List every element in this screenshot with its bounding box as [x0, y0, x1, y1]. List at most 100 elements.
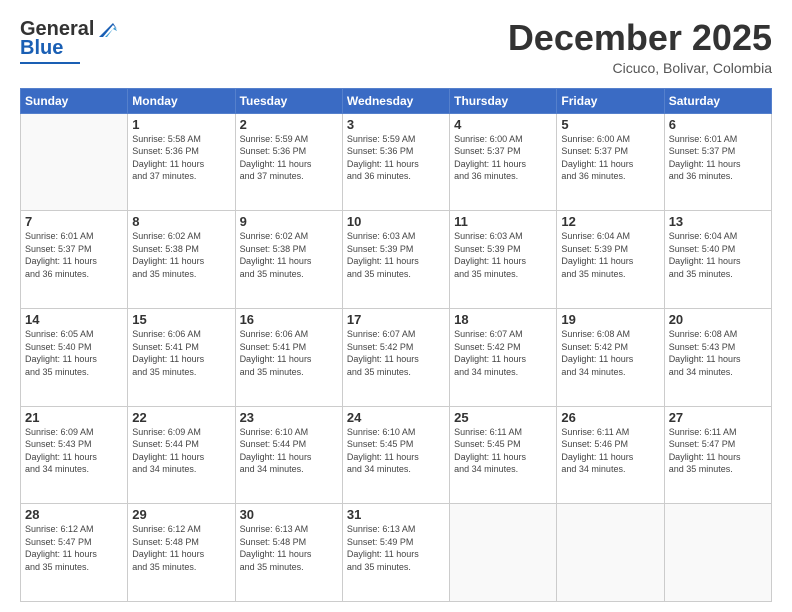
day-number: 16 [240, 312, 338, 327]
day-number: 29 [132, 507, 230, 522]
table-row: 28Sunrise: 6:12 AMSunset: 5:47 PMDayligh… [21, 504, 128, 602]
table-row: 8Sunrise: 6:02 AMSunset: 5:38 PMDaylight… [128, 211, 235, 309]
table-row: 17Sunrise: 6:07 AMSunset: 5:42 PMDayligh… [342, 308, 449, 406]
table-row: 13Sunrise: 6:04 AMSunset: 5:40 PMDayligh… [664, 211, 771, 309]
table-row: 5Sunrise: 6:00 AMSunset: 5:37 PMDaylight… [557, 113, 664, 211]
day-info: Sunrise: 6:12 AMSunset: 5:47 PMDaylight:… [25, 523, 123, 573]
day-number: 1 [132, 117, 230, 132]
day-info: Sunrise: 6:00 AMSunset: 5:37 PMDaylight:… [561, 133, 659, 183]
table-row: 23Sunrise: 6:10 AMSunset: 5:44 PMDayligh… [235, 406, 342, 504]
col-saturday: Saturday [664, 88, 771, 113]
day-info: Sunrise: 6:06 AMSunset: 5:41 PMDaylight:… [240, 328, 338, 378]
table-row: 15Sunrise: 6:06 AMSunset: 5:41 PMDayligh… [128, 308, 235, 406]
table-row: 19Sunrise: 6:08 AMSunset: 5:42 PMDayligh… [557, 308, 664, 406]
day-info: Sunrise: 6:03 AMSunset: 5:39 PMDaylight:… [454, 230, 552, 280]
day-number: 6 [669, 117, 767, 132]
table-row [557, 504, 664, 602]
table-row: 18Sunrise: 6:07 AMSunset: 5:42 PMDayligh… [450, 308, 557, 406]
day-info: Sunrise: 6:10 AMSunset: 5:45 PMDaylight:… [347, 426, 445, 476]
day-info: Sunrise: 6:08 AMSunset: 5:43 PMDaylight:… [669, 328, 767, 378]
day-number: 9 [240, 214, 338, 229]
day-number: 8 [132, 214, 230, 229]
calendar-table: Sunday Monday Tuesday Wednesday Thursday… [20, 88, 772, 602]
day-info: Sunrise: 6:09 AMSunset: 5:43 PMDaylight:… [25, 426, 123, 476]
table-row: 11Sunrise: 6:03 AMSunset: 5:39 PMDayligh… [450, 211, 557, 309]
table-row: 20Sunrise: 6:08 AMSunset: 5:43 PMDayligh… [664, 308, 771, 406]
day-info: Sunrise: 6:11 AMSunset: 5:46 PMDaylight:… [561, 426, 659, 476]
calendar-week-row: 21Sunrise: 6:09 AMSunset: 5:43 PMDayligh… [21, 406, 772, 504]
col-wednesday: Wednesday [342, 88, 449, 113]
day-number: 2 [240, 117, 338, 132]
calendar-week-row: 1Sunrise: 5:58 AMSunset: 5:36 PMDaylight… [21, 113, 772, 211]
calendar-header-row: Sunday Monday Tuesday Wednesday Thursday… [21, 88, 772, 113]
table-row [21, 113, 128, 211]
day-number: 4 [454, 117, 552, 132]
day-info: Sunrise: 6:01 AMSunset: 5:37 PMDaylight:… [25, 230, 123, 280]
day-info: Sunrise: 6:13 AMSunset: 5:49 PMDaylight:… [347, 523, 445, 573]
table-row: 10Sunrise: 6:03 AMSunset: 5:39 PMDayligh… [342, 211, 449, 309]
table-row: 30Sunrise: 6:13 AMSunset: 5:48 PMDayligh… [235, 504, 342, 602]
table-row: 22Sunrise: 6:09 AMSunset: 5:44 PMDayligh… [128, 406, 235, 504]
header: General Blue December 2025 Cicuco, Boliv… [20, 18, 772, 76]
month-title: December 2025 [508, 18, 772, 58]
location: Cicuco, Bolivar, Colombia [508, 60, 772, 76]
day-number: 28 [25, 507, 123, 522]
table-row: 29Sunrise: 6:12 AMSunset: 5:48 PMDayligh… [128, 504, 235, 602]
day-number: 13 [669, 214, 767, 229]
table-row: 7Sunrise: 6:01 AMSunset: 5:37 PMDaylight… [21, 211, 128, 309]
table-row: 24Sunrise: 6:10 AMSunset: 5:45 PMDayligh… [342, 406, 449, 504]
day-number: 26 [561, 410, 659, 425]
day-number: 25 [454, 410, 552, 425]
calendar-week-row: 7Sunrise: 6:01 AMSunset: 5:37 PMDaylight… [21, 211, 772, 309]
table-row: 12Sunrise: 6:04 AMSunset: 5:39 PMDayligh… [557, 211, 664, 309]
day-info: Sunrise: 6:06 AMSunset: 5:41 PMDaylight:… [132, 328, 230, 378]
col-sunday: Sunday [21, 88, 128, 113]
logo-blue: Blue [20, 37, 63, 60]
day-info: Sunrise: 6:10 AMSunset: 5:44 PMDaylight:… [240, 426, 338, 476]
table-row: 16Sunrise: 6:06 AMSunset: 5:41 PMDayligh… [235, 308, 342, 406]
table-row: 3Sunrise: 5:59 AMSunset: 5:36 PMDaylight… [342, 113, 449, 211]
day-info: Sunrise: 6:04 AMSunset: 5:39 PMDaylight:… [561, 230, 659, 280]
day-info: Sunrise: 6:11 AMSunset: 5:45 PMDaylight:… [454, 426, 552, 476]
logo-underline [20, 62, 80, 64]
day-number: 27 [669, 410, 767, 425]
table-row: 2Sunrise: 5:59 AMSunset: 5:36 PMDaylight… [235, 113, 342, 211]
day-info: Sunrise: 6:01 AMSunset: 5:37 PMDaylight:… [669, 133, 767, 183]
day-number: 17 [347, 312, 445, 327]
day-number: 19 [561, 312, 659, 327]
day-number: 7 [25, 214, 123, 229]
day-number: 3 [347, 117, 445, 132]
day-info: Sunrise: 6:09 AMSunset: 5:44 PMDaylight:… [132, 426, 230, 476]
day-info: Sunrise: 6:12 AMSunset: 5:48 PMDaylight:… [132, 523, 230, 573]
table-row: 6Sunrise: 6:01 AMSunset: 5:37 PMDaylight… [664, 113, 771, 211]
calendar-week-row: 28Sunrise: 6:12 AMSunset: 5:47 PMDayligh… [21, 504, 772, 602]
table-row [450, 504, 557, 602]
day-number: 15 [132, 312, 230, 327]
col-thursday: Thursday [450, 88, 557, 113]
day-number: 5 [561, 117, 659, 132]
day-info: Sunrise: 6:08 AMSunset: 5:42 PMDaylight:… [561, 328, 659, 378]
day-info: Sunrise: 6:07 AMSunset: 5:42 PMDaylight:… [347, 328, 445, 378]
day-number: 23 [240, 410, 338, 425]
table-row: 9Sunrise: 6:02 AMSunset: 5:38 PMDaylight… [235, 211, 342, 309]
day-info: Sunrise: 6:07 AMSunset: 5:42 PMDaylight:… [454, 328, 552, 378]
day-number: 11 [454, 214, 552, 229]
day-info: Sunrise: 6:00 AMSunset: 5:37 PMDaylight:… [454, 133, 552, 183]
day-info: Sunrise: 5:59 AMSunset: 5:36 PMDaylight:… [347, 133, 445, 183]
day-info: Sunrise: 5:59 AMSunset: 5:36 PMDaylight:… [240, 133, 338, 183]
col-tuesday: Tuesday [235, 88, 342, 113]
day-info: Sunrise: 6:11 AMSunset: 5:47 PMDaylight:… [669, 426, 767, 476]
table-row: 31Sunrise: 6:13 AMSunset: 5:49 PMDayligh… [342, 504, 449, 602]
day-number: 20 [669, 312, 767, 327]
day-info: Sunrise: 6:05 AMSunset: 5:40 PMDaylight:… [25, 328, 123, 378]
day-number: 12 [561, 214, 659, 229]
table-row: 4Sunrise: 6:00 AMSunset: 5:37 PMDaylight… [450, 113, 557, 211]
page: General Blue December 2025 Cicuco, Boliv… [0, 0, 792, 612]
table-row: 25Sunrise: 6:11 AMSunset: 5:45 PMDayligh… [450, 406, 557, 504]
day-info: Sunrise: 6:02 AMSunset: 5:38 PMDaylight:… [240, 230, 338, 280]
col-monday: Monday [128, 88, 235, 113]
day-number: 14 [25, 312, 123, 327]
day-number: 18 [454, 312, 552, 327]
table-row: 21Sunrise: 6:09 AMSunset: 5:43 PMDayligh… [21, 406, 128, 504]
table-row: 1Sunrise: 5:58 AMSunset: 5:36 PMDaylight… [128, 113, 235, 211]
